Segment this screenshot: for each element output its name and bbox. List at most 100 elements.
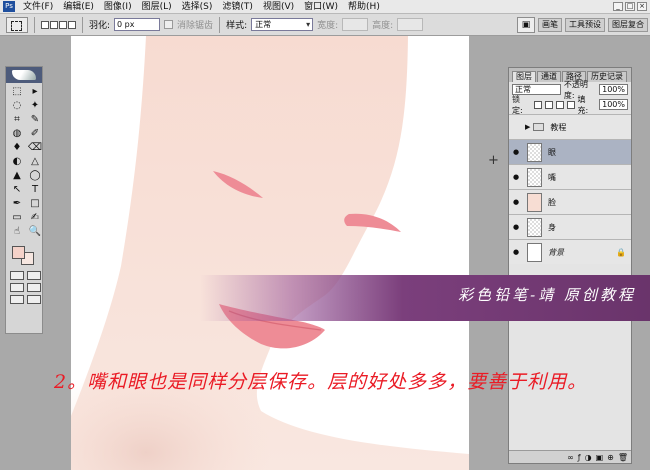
maximize-button[interactable]: □ [625,2,635,11]
layer-thumbnail [527,217,542,237]
feather-label: 羽化: [89,21,111,31]
standard-mode-icon[interactable] [10,271,24,280]
move-tool-icon[interactable]: ▸ [27,86,43,98]
tab-channels[interactable]: 通道 [537,71,561,82]
lock-label: 锁定: [512,94,523,115]
layer-name: 嘴 [548,172,556,182]
notes-tool-icon[interactable]: ▭ [9,212,25,224]
eyedropper-icon[interactable]: ✍ [27,212,43,224]
lock-image-icon[interactable] [544,100,553,109]
lock-all-icon[interactable] [566,100,575,109]
document-icon[interactable]: ▣ [517,17,535,33]
clone-stamp-icon[interactable]: ♦ [9,142,25,154]
lasso-tool-icon[interactable]: ◌ [9,100,25,112]
layer-row[interactable]: ● 嘴 [509,164,631,189]
antialias-label: 消除锯齿 [177,21,214,31]
eye-icon[interactable]: ● [509,248,523,256]
close-button[interactable]: × [637,2,647,11]
type-tool-icon[interactable]: T [27,184,43,196]
adjustment-layer-icon[interactable]: ◑ [585,453,592,462]
toolbox: ⬚ ▸ ◌ ✦ ⌗ ✎ ◍ ✐ ♦ ⌫ ◐ △ ▲ ◯ ↖ T ✒ □ ▭ ✍ … [5,66,43,334]
tab-layers[interactable]: 图层 [512,71,536,82]
quick-mask-icon[interactable] [27,271,41,280]
gradient-tool-icon[interactable]: ◐ [9,156,25,168]
hand-tool-icon[interactable]: ☝ [9,226,25,238]
layer-row[interactable]: ● 眼 [509,139,631,164]
menu-filter[interactable]: 滤镜(T) [217,0,258,14]
dodge-tool-icon[interactable]: ▲ [9,170,25,182]
lock-transparency-icon[interactable] [533,100,542,109]
foreground-color-swatch[interactable] [12,246,25,259]
divider [219,16,221,33]
width-label: 宽度: [317,21,339,31]
brush-tool-icon[interactable]: ✐ [27,128,43,140]
eye-icon[interactable]: ● [509,148,523,156]
layer-name: 背景 [548,247,564,257]
antialias-checkbox[interactable] [164,20,174,29]
menu-help[interactable]: 帮助(H) [343,0,385,14]
intersect-selection-icon[interactable] [68,20,76,29]
dock-tab-brushes[interactable]: 画笔 [538,18,562,32]
menu-window[interactable]: 窗口(W) [299,0,343,14]
menu-bar: Ps 文件(F) 编辑(E) 图像(I) 图层(L) 选择(S) 滤镜(T) 视… [0,0,650,14]
menu-layer[interactable]: 图层(L) [137,0,177,14]
new-layer-icon[interactable]: ⊕ [607,453,614,462]
mode-buttons [6,268,42,307]
feather-input[interactable]: 0 px [114,18,161,31]
screen-mode-black-icon[interactable] [10,295,24,304]
zoom-tool-icon[interactable]: 🔍 [27,226,43,238]
layer-name: 教程 [550,122,567,132]
tutorial-caption: 2。嘴和眼也是同样分层保存。层的好处多多，要善于利用。 [54,371,588,393]
marquee-tool-preset[interactable] [6,16,28,33]
eye-icon[interactable]: ● [509,173,523,181]
add-selection-icon[interactable] [50,20,58,29]
trash-icon[interactable]: 🗑 [618,453,628,462]
feather-icon [12,70,36,80]
menu-view[interactable]: 视图(V) [258,0,299,14]
eraser-tool-icon[interactable]: ⌫ [27,142,43,154]
opacity-input[interactable]: 100% [599,84,628,95]
eye-icon[interactable]: ● [509,198,523,206]
screen-mode-full-icon[interactable] [27,283,41,292]
path-select-icon[interactable]: ↖ [9,184,25,196]
window-controls: _ □ × [613,2,647,11]
slice-tool-icon[interactable]: ✎ [27,114,43,126]
shape-tool-icon[interactable]: □ [27,198,43,210]
menu-image[interactable]: 图像(I) [99,0,137,14]
crop-tool-icon[interactable]: ⌗ [9,114,25,126]
marquee-tool-icon[interactable]: ⬚ [9,86,25,98]
pen-tool-icon[interactable]: ✒ [9,198,25,210]
minimize-button[interactable]: _ [613,2,623,11]
document-canvas[interactable] [71,36,469,470]
layers-panel: 图层 通道 路径 历史记录 正常 不透明度: 100% 锁定: 填充: 100%… [508,67,632,464]
style-select[interactable]: 正常 [251,18,314,31]
link-layers-icon[interactable]: ∞ [567,453,574,462]
layer-row[interactable]: ● 身 [509,214,631,239]
healing-brush-icon[interactable]: ◍ [9,128,25,140]
menu-select[interactable]: 选择(S) [177,0,218,14]
sponge-tool-icon[interactable]: ◯ [27,170,43,182]
expand-arrow-icon[interactable]: ▶ [525,123,530,131]
fill-input[interactable]: 100% [599,99,628,110]
dock-tab-tool-presets[interactable]: 工具预设 [565,18,605,32]
jump-to-imageready-icon[interactable] [27,295,41,304]
height-input[interactable] [397,18,424,31]
layer-row[interactable]: ● 脸 [509,189,631,214]
blur-tool-icon[interactable]: △ [27,156,43,168]
eye-icon[interactable]: ● [509,223,523,231]
tool-grid: ⬚ ▸ ◌ ✦ ⌗ ✎ ◍ ✐ ♦ ⌫ ◐ △ ▲ ◯ ↖ T ✒ □ ▭ ✍ … [6,83,42,238]
watermark-banner: 彩色铅笔-靖 原创教程 [200,275,650,321]
width-input[interactable] [342,18,369,31]
new-selection-icon[interactable] [41,20,49,29]
new-group-icon[interactable]: ▣ [596,453,604,462]
menu-edit[interactable]: 编辑(E) [58,0,99,14]
lock-position-icon[interactable] [555,100,564,109]
menu-file[interactable]: 文件(F) [18,0,58,14]
layer-style-icon[interactable]: ƒ [578,453,581,462]
layer-group-row[interactable]: ▶ 教程 [509,114,631,139]
magic-wand-icon[interactable]: ✦ [27,100,43,112]
dock-tab-layer-comps[interactable]: 图层复合 [608,18,648,32]
screen-mode-standard-icon[interactable] [10,283,24,292]
subtract-selection-icon[interactable] [59,20,67,29]
layer-row[interactable]: ● 背景 🔒 [509,239,631,264]
